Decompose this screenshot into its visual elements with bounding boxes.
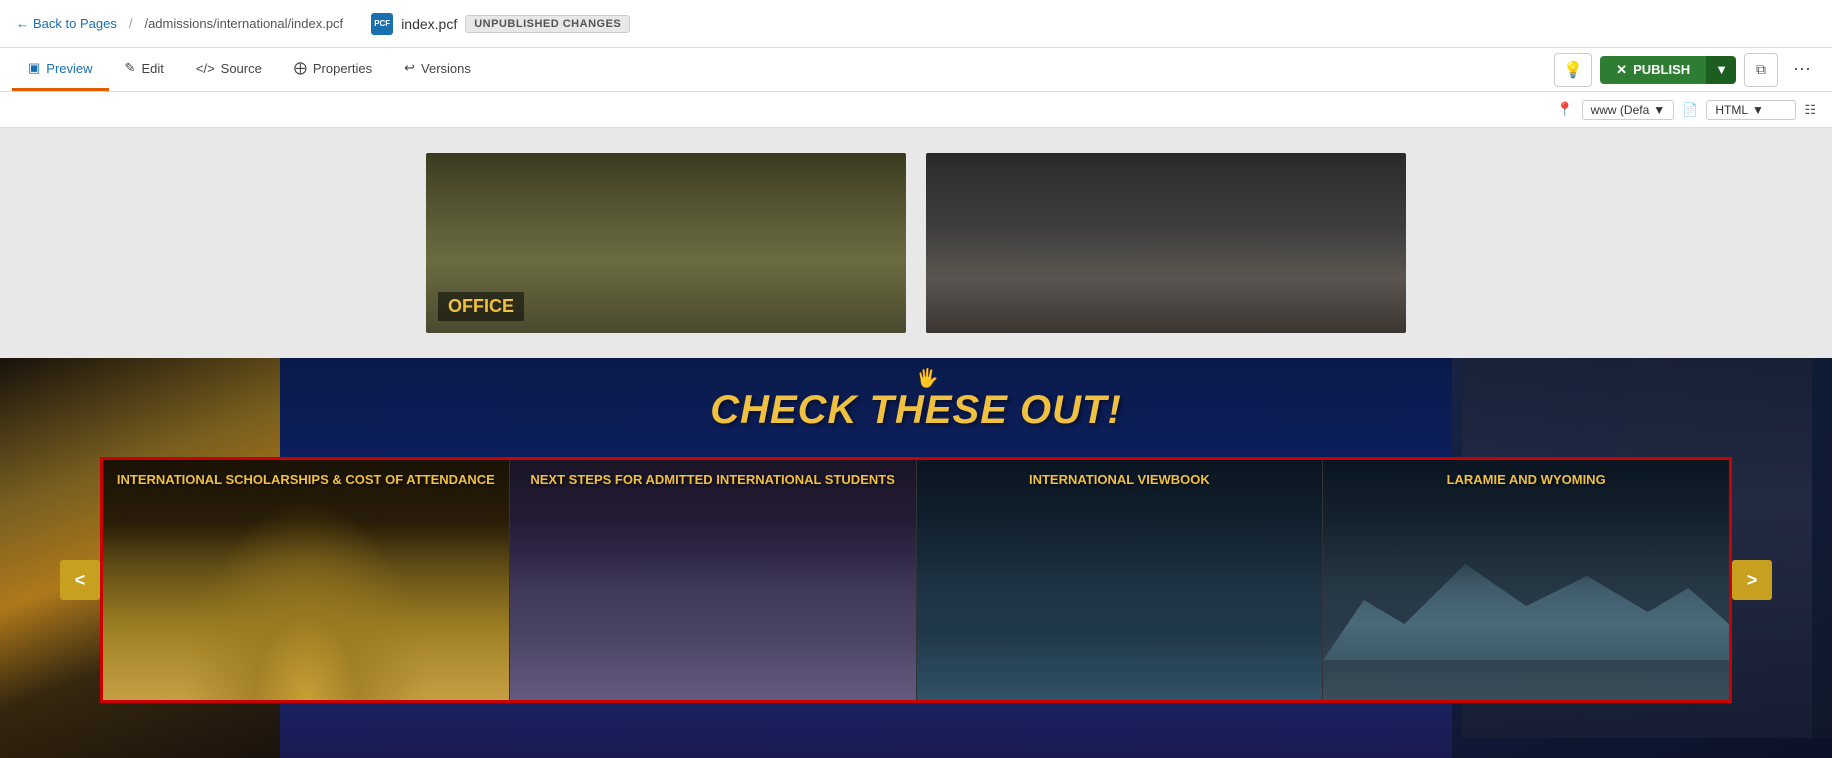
nav-tabs: ▣ Preview ✎ Edit </> Source ⨁ Properties… <box>12 48 487 91</box>
preview-icon: ▣ <box>28 60 40 76</box>
publish-label: PUBLISH <box>1633 62 1690 77</box>
card-bg-4 <box>1323 460 1729 700</box>
carousel-next-button[interactable]: > <box>1732 560 1772 600</box>
tab-preview-label: Preview <box>46 61 92 76</box>
upper-cards-area: OFFICE <box>0 128 1832 358</box>
tab-properties-label: Properties <box>313 61 372 76</box>
tab-source[interactable]: </> Source <box>180 48 278 91</box>
breadcrumb-separator: / <box>129 16 133 31</box>
format-dropdown[interactable]: HTML ▼ <box>1706 100 1796 120</box>
back-arrow-icon: ← <box>16 16 29 31</box>
upper-card-left: OFFICE <box>426 153 906 333</box>
file-info: PCF index.pcf UNPUBLISHED CHANGES <box>371 13 630 35</box>
tab-preview[interactable]: ▣ Preview <box>12 48 109 91</box>
carousel-prev-button[interactable]: < <box>60 560 100 600</box>
upper-card-right <box>926 153 1406 333</box>
site-dropdown-arrow: ▼ <box>1653 103 1665 117</box>
card-right-bg <box>926 153 1406 333</box>
document-icon: 📄 <box>1682 102 1698 118</box>
card-4-title: LARAMIE AND WYOMING <box>1323 472 1729 489</box>
back-to-pages-label: Back to Pages <box>33 16 117 31</box>
tab-versions-label: Versions <box>421 61 471 76</box>
back-to-pages-link[interactable]: ← Back to Pages <box>16 16 117 31</box>
tab-source-label: Source <box>221 61 262 76</box>
tab-edit[interactable]: ✎ Edit <box>109 48 180 91</box>
carousel-cards: INTERNATIONAL SCHOLARSHIPS & COST OF ATT… <box>100 457 1732 703</box>
carousel-card-scholarships[interactable]: INTERNATIONAL SCHOLARSHIPS & COST OF ATT… <box>103 460 509 700</box>
card-bg-1 <box>103 460 509 700</box>
properties-icon: ⨁ <box>294 60 307 76</box>
publish-chevron-icon: ▼ <box>1715 62 1728 77</box>
tab-versions[interactable]: ↩ Versions <box>388 48 487 91</box>
publish-x-icon: ✕ <box>1616 62 1627 78</box>
carousel-next-icon: > <box>1747 570 1758 591</box>
edit-icon: ✎ <box>125 60 136 76</box>
carousel-card-laramie[interactable]: LARAMIE AND WYOMING <box>1322 460 1729 700</box>
main-content: OFFICE 🖐 CHECK THESE OUT! < <box>0 128 1832 758</box>
format-dropdown-arrow: ▼ <box>1752 103 1764 117</box>
lightbulb-icon: 💡 <box>1563 60 1583 80</box>
carousel-card-viewbook[interactable]: INTERNATIONAL VIEWBOOK <box>916 460 1323 700</box>
file-icon: PCF <box>371 13 393 35</box>
expand-button[interactable]: ⧉ <box>1744 53 1778 87</box>
site-dropdown-value: www (Defa <box>1591 103 1650 117</box>
site-dropdown[interactable]: www (Defa ▼ <box>1582 100 1675 120</box>
carousel-wrapper: < INTERNATIONAL SCHOLARSHIPS & COST OF A… <box>60 457 1772 703</box>
source-icon: </> <box>196 61 215 76</box>
format-dropdown-value: HTML <box>1715 103 1748 117</box>
grid-icon: ☷ <box>1804 102 1816 118</box>
tab-edit-label: Edit <box>141 61 163 76</box>
more-dots-icon: ⋯ <box>1793 59 1813 80</box>
card-bg-3 <box>917 460 1323 700</box>
cto-section: CHECK THESE OUT! < INTERNATIONAL SCHOLAR… <box>0 358 1832 758</box>
nav-right: 💡 ✕ PUBLISH ▼ ⧉ ⋯ <box>1554 48 1820 91</box>
lightbulb-button[interactable]: 💡 <box>1554 53 1592 87</box>
nav-bar: ▣ Preview ✎ Edit </> Source ⨁ Properties… <box>0 48 1832 92</box>
publish-button[interactable]: ✕ PUBLISH <box>1600 56 1706 84</box>
unpublished-badge: UNPUBLISHED CHANGES <box>465 15 630 33</box>
carousel-prev-icon: < <box>75 570 86 591</box>
tab-properties[interactable]: ⨁ Properties <box>278 48 388 91</box>
location-icon: 📍 <box>1556 101 1573 118</box>
more-options-button[interactable]: ⋯ <box>1786 53 1820 87</box>
card-left-label-container: OFFICE <box>438 292 524 321</box>
publish-group: ✕ PUBLISH ▼ <box>1600 56 1736 84</box>
expand-icon: ⧉ <box>1756 61 1766 78</box>
card-bg-2 <box>510 460 916 700</box>
versions-icon: ↩ <box>404 60 415 76</box>
cto-title: CHECK THESE OUT! <box>0 388 1832 433</box>
sub-toolbar: 📍 www (Defa ▼ 📄 HTML ▼ ☷ <box>0 92 1832 128</box>
card-left-label: OFFICE <box>448 296 514 316</box>
card-1-title: INTERNATIONAL SCHOLARSHIPS & COST OF ATT… <box>103 472 509 489</box>
card-3-title: INTERNATIONAL VIEWBOOK <box>917 472 1323 489</box>
breadcrumb-path: /admissions/international/index.pcf <box>144 16 343 31</box>
carousel-card-nextsteps[interactable]: NEXT STEPS FOR ADMITTED INTERNATIONAL ST… <box>509 460 916 700</box>
file-name: index.pcf <box>401 16 457 32</box>
top-bar: ← Back to Pages / /admissions/internatio… <box>0 0 1832 48</box>
publish-dropdown-button[interactable]: ▼ <box>1706 56 1736 84</box>
card-2-title: NEXT STEPS FOR ADMITTED INTERNATIONAL ST… <box>510 472 916 489</box>
